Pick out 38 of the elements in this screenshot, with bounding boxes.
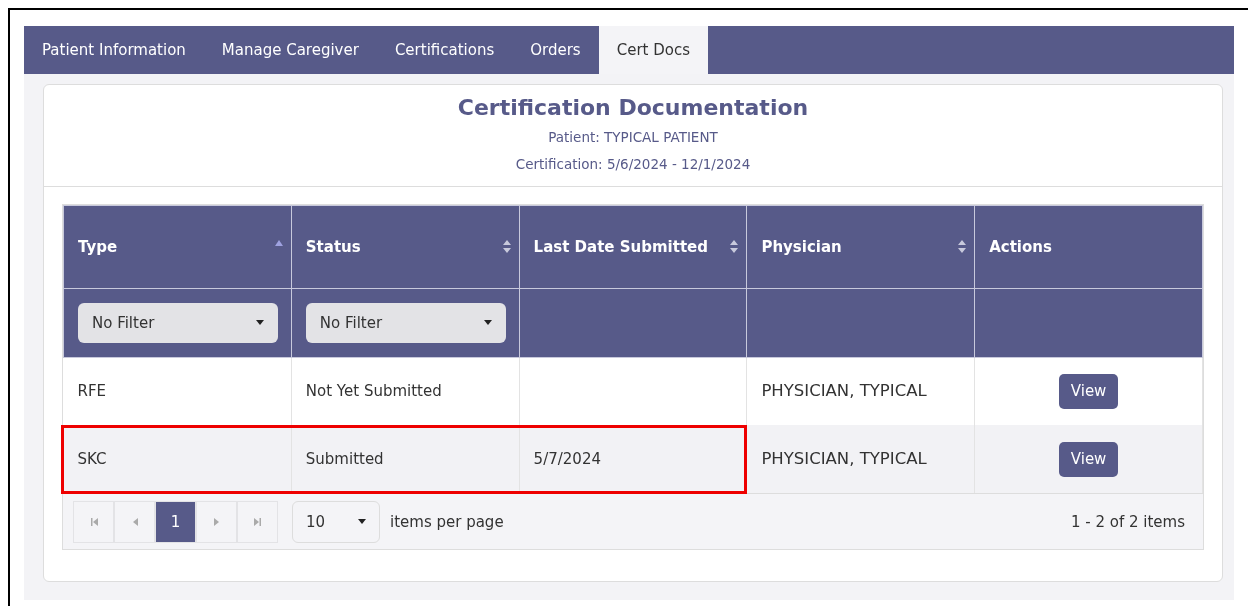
sort-ascending-icon[interactable] (274, 239, 283, 246)
table-cell: 5/7/2024 (533, 450, 601, 469)
table-cell: RFE (77, 382, 107, 401)
column-header[interactable]: Actions (989, 237, 1052, 256)
table-cell: PHYSICIAN, TYPICAL (761, 449, 927, 468)
sort-icon[interactable] (502, 239, 511, 253)
page-size-dropdown[interactable]: 10 (292, 500, 380, 543)
column-header[interactable]: Last Date Submitted (533, 237, 708, 256)
tab[interactable]: Patient Information (24, 26, 204, 74)
tab[interactable]: Manage Caregiver (203, 26, 377, 74)
patient-label: Patient: TYPICAL PATIENT (547, 128, 719, 148)
sort-icon[interactable] (730, 239, 739, 253)
skip-forward-icon (253, 517, 262, 526)
table-cell: PHYSICIAN, TYPICAL (761, 381, 927, 401)
page-size-label: items per page (390, 511, 504, 533)
tab[interactable]: Orders (512, 26, 599, 74)
sort-icon[interactable] (958, 239, 967, 253)
tab[interactable]: Certifications (376, 26, 513, 74)
filter-dropdown[interactable]: No Filter (305, 302, 506, 343)
filter-dropdown[interactable]: No Filter (78, 302, 278, 343)
page-button[interactable]: 1 (155, 500, 196, 543)
page-title: Certification Documentation (456, 95, 810, 122)
skip-back-icon (89, 517, 98, 526)
column-header[interactable]: Status (305, 237, 361, 256)
item-count: 1 - 2 of 2 items (1070, 511, 1185, 533)
column-header[interactable]: Type (78, 237, 118, 256)
triangle-right-icon (212, 517, 221, 526)
caret-icon (256, 320, 264, 326)
view-button[interactable]: View (1058, 374, 1119, 409)
table-cell: Submitted (305, 450, 384, 469)
tab[interactable]: Cert Docs (598, 26, 708, 74)
caret-icon (358, 519, 366, 525)
table-cell: Not Yet Submitted (305, 382, 442, 401)
caret-icon (483, 320, 492, 326)
column-header[interactable]: Physician (761, 237, 842, 256)
certification-period: Certification: 5/6/2024 - 12/1/2024 (514, 154, 752, 174)
view-button[interactable]: View (1058, 442, 1119, 477)
table-cell: SKC (77, 450, 107, 469)
